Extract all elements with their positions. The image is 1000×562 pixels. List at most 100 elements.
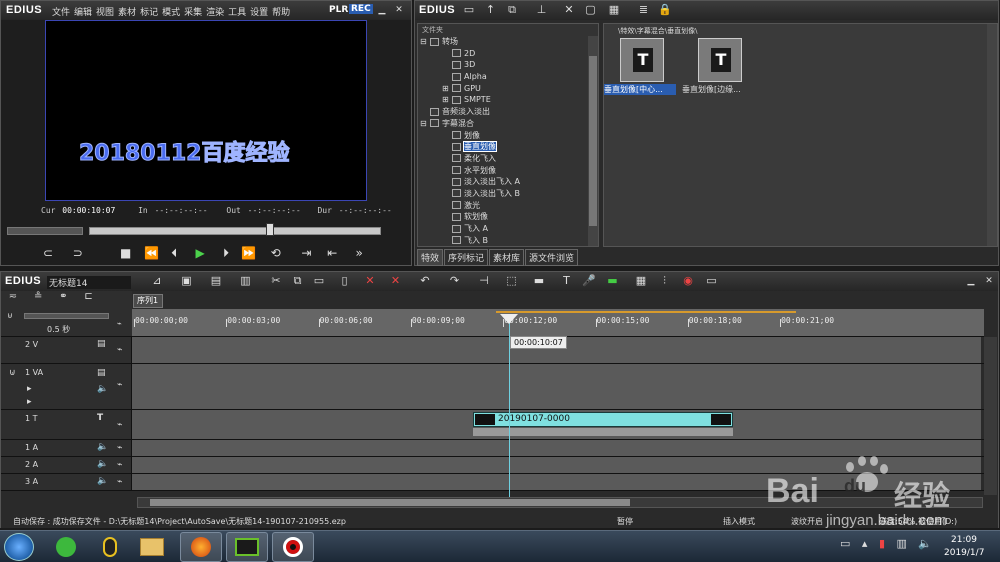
tray-security-icon[interactable]: ▮ xyxy=(879,537,885,550)
set-out-icon[interactable]: ⊃ xyxy=(71,246,85,260)
menu-item[interactable]: 工具 xyxy=(228,8,246,18)
view-icon[interactable]: ▦ xyxy=(607,3,621,16)
sync-lock-icon[interactable]: ⊍ xyxy=(9,368,16,378)
folder-icon[interactable]: ▭ xyxy=(462,3,476,16)
open-icon[interactable]: ▤ xyxy=(205,274,227,287)
track-expand-icon[interactable]: ⌁ xyxy=(117,345,122,355)
tree-item[interactable]: 2D xyxy=(418,48,588,60)
taskbar-app-4[interactable] xyxy=(180,532,222,562)
time-ruler[interactable]: 00:00:00;00 00:00:03;00 00:00:06;00 00:00:0… xyxy=(132,309,984,337)
taskbar-app-6[interactable] xyxy=(272,532,314,562)
stop-icon[interactable]: ■ xyxy=(119,246,133,260)
menu-item[interactable]: 采集 xyxy=(184,8,202,18)
ripple-delete-icon[interactable]: ✕ xyxy=(388,274,404,287)
tree-item[interactable]: 音频淡入淡出 xyxy=(418,106,588,118)
cut-icon[interactable]: ✂ xyxy=(268,274,284,287)
position-slider-handle[interactable] xyxy=(266,223,274,236)
tree-item[interactable]: 3D xyxy=(418,59,588,71)
marker-icon[interactable]: ⬚ xyxy=(504,274,520,287)
timeline-close-button[interactable]: ✕ xyxy=(983,274,995,288)
track-expand-icon[interactable]: ⌁ xyxy=(117,477,122,487)
sequence-tab[interactable]: 序列1 xyxy=(133,294,163,308)
sync-icon[interactable]: ⊏ xyxy=(81,291,97,302)
ruler-toggle-icon[interactable]: ⌁ xyxy=(117,319,122,328)
mixer-icon[interactable]: ⫶ xyxy=(657,274,673,288)
start-button[interactable] xyxy=(4,533,34,561)
library-tab[interactable]: 序列标记 xyxy=(444,249,489,266)
new-sequence-icon[interactable]: ▣ xyxy=(176,274,198,287)
menu-item[interactable]: 标记 xyxy=(140,8,158,18)
tray-keyboard-icon[interactable]: ▭ xyxy=(840,537,850,550)
menu-item[interactable]: 视图 xyxy=(96,8,114,18)
step-forward-icon[interactable]: ⏵ xyxy=(218,246,234,261)
track-arrow-icon[interactable]: ▸ xyxy=(27,384,32,394)
track-expand-icon[interactable]: ⌁ xyxy=(117,443,122,453)
fast-forward-icon[interactable]: ⏩ xyxy=(240,246,258,260)
tree-scrollbar[interactable] xyxy=(588,36,598,246)
paste-icon[interactable]: ▭ xyxy=(311,274,327,287)
tray-network-icon[interactable]: ▥ xyxy=(897,537,907,550)
taskbar-app-2[interactable] xyxy=(92,534,128,560)
effect-item[interactable]: T 垂直划像[边缘... xyxy=(682,38,766,95)
link-icon[interactable]: ▬ xyxy=(531,274,547,287)
step-back-icon[interactable]: ⏴ xyxy=(166,246,182,261)
insert-mode-status[interactable]: 插入模式 xyxy=(723,516,755,527)
set-in-icon[interactable]: ⊂ xyxy=(41,246,55,260)
tree-expander-icon[interactable]: ⊞ xyxy=(442,94,452,106)
mic-icon[interactable]: 🎤 xyxy=(582,274,596,287)
track-1t-area[interactable]: 20190107-0000 xyxy=(132,410,981,439)
tree-item[interactable]: 水平划像 xyxy=(418,165,588,177)
video-monitor[interactable]: 20180112百度经验 xyxy=(45,20,367,201)
plr-button[interactable]: PLR xyxy=(329,5,348,15)
taskbar-app-5[interactable] xyxy=(226,532,268,562)
speaker-icon[interactable]: 🔈 xyxy=(97,442,108,452)
link-tracks-icon[interactable]: ⚭ xyxy=(55,291,71,302)
speaker-icon[interactable]: 🔈 xyxy=(97,459,108,469)
tray-expand-icon[interactable]: ▴ xyxy=(862,537,868,550)
mode-icon[interactable]: ⊿ xyxy=(146,274,168,287)
up-folder-icon[interactable]: ↑ xyxy=(484,3,498,16)
tree-item[interactable]: 淡入淡出飞入 B xyxy=(418,188,588,200)
effect-item[interactable]: T 垂直划像[中心... xyxy=(604,38,688,95)
save-icon[interactable]: ▥ xyxy=(235,274,257,287)
loop-icon[interactable]: ⟲ xyxy=(268,246,284,260)
menu-item[interactable]: 编辑 xyxy=(74,8,92,18)
rewind-icon[interactable]: ⏪ xyxy=(142,246,160,260)
tree-item[interactable]: 软划像 xyxy=(418,211,588,223)
minimize-button[interactable]: ▁ xyxy=(376,3,388,17)
library-tab[interactable]: 特效 xyxy=(417,249,444,266)
menu-item[interactable]: 设置 xyxy=(250,8,268,18)
menu-item[interactable]: 帮助 xyxy=(272,8,290,18)
tree-item[interactable]: 飞入 B xyxy=(418,235,588,247)
redo-icon[interactable]: ↷ xyxy=(447,274,463,287)
more-icon[interactable]: » xyxy=(353,246,365,260)
speaker-icon[interactable]: 🔈 xyxy=(97,384,108,394)
title-icon[interactable]: T xyxy=(559,274,575,287)
record-icon[interactable]: ◉ xyxy=(680,274,696,287)
copy-clip-icon[interactable]: ⧉ xyxy=(290,274,306,288)
playhead-marker[interactable] xyxy=(500,314,518,324)
title-clip[interactable]: 20190107-0000 xyxy=(473,412,733,427)
track-add-icon[interactable]: ≗ xyxy=(30,291,46,302)
tree-item[interactable]: ⊞ GPU xyxy=(418,83,588,95)
replace-icon[interactable]: ▯ xyxy=(337,274,353,287)
tree-item[interactable]: ⊞ SMPTE xyxy=(418,94,588,106)
lock-icon[interactable]: 🔒 xyxy=(658,3,672,16)
tree-scroll-thumb[interactable] xyxy=(589,56,597,226)
track-expand-icon[interactable]: ⌁ xyxy=(117,420,122,430)
track-mute-icon[interactable]: ▤ xyxy=(97,339,106,349)
overwrite-icon[interactable]: ⇤ xyxy=(323,246,341,260)
play-icon[interactable]: ▶ xyxy=(192,246,208,260)
effects-scrollbar[interactable] xyxy=(987,24,997,246)
tree-item[interactable]: 划像 xyxy=(418,130,588,142)
taskbar-app-1[interactable] xyxy=(48,534,84,560)
tray-volume-icon[interactable]: 🔈 xyxy=(918,537,932,550)
timeline-minimize-button[interactable]: ▁ xyxy=(965,274,977,288)
list-icon[interactable]: ≣ xyxy=(637,3,651,16)
properties-icon[interactable]: ▢ xyxy=(584,3,598,16)
track-expand-icon[interactable]: ⌁ xyxy=(117,460,122,470)
zoom-slider[interactable] xyxy=(24,313,109,319)
menu-item[interactable]: 模式 xyxy=(162,8,180,18)
clock-date[interactable]: 2019/1/7 xyxy=(944,548,984,558)
menu-item[interactable]: 文件 xyxy=(52,8,70,18)
